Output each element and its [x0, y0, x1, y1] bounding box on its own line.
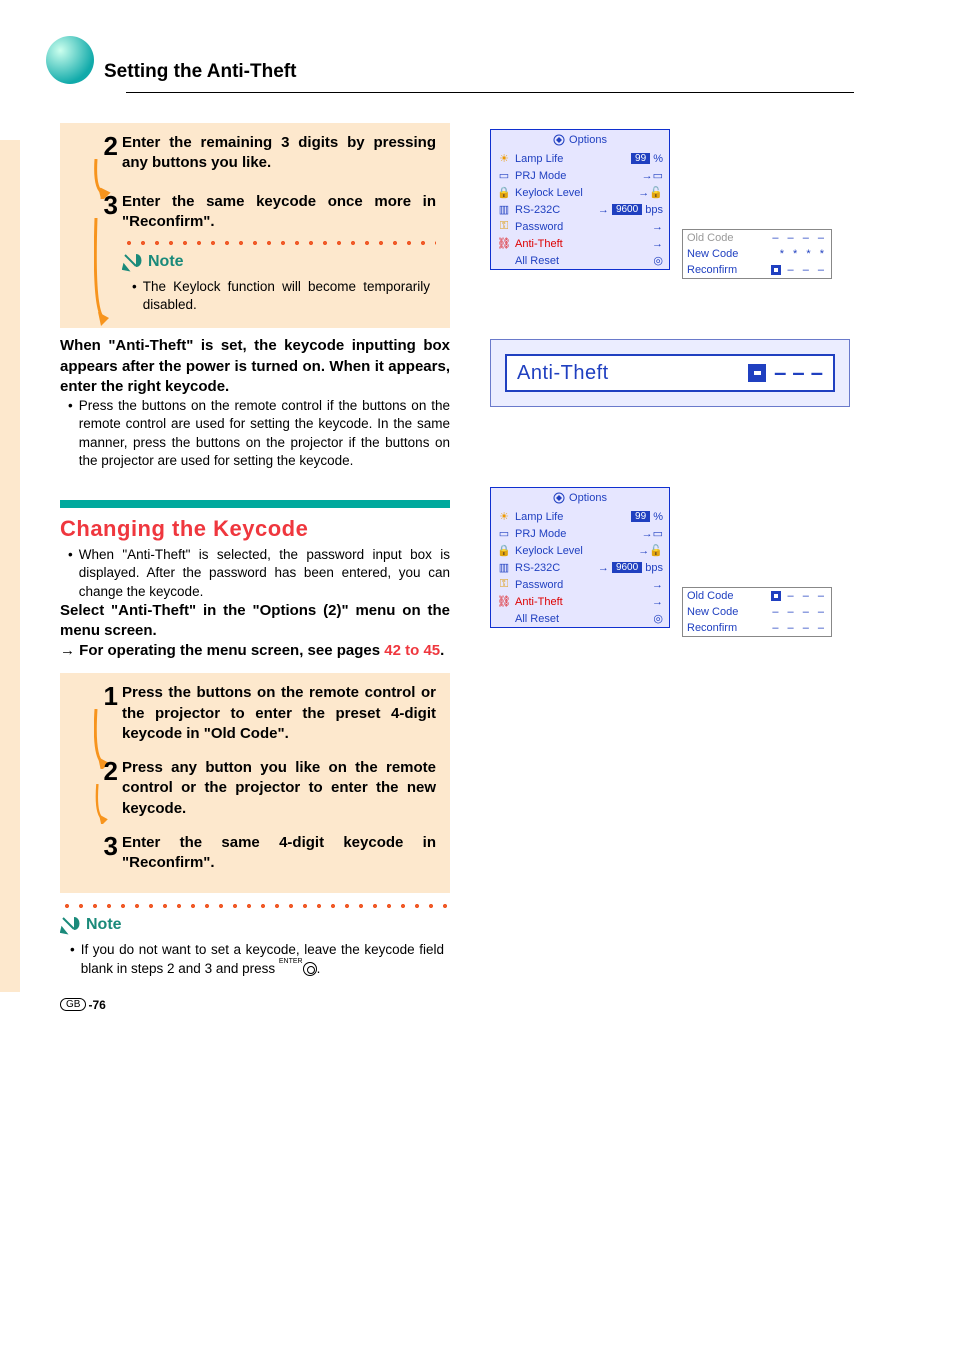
antitheft-icon: ⛓ [497, 237, 511, 250]
osd-row-lamp: ☀Lamp Life99 % [491, 508, 669, 525]
osd-row-reset: All Reset◎ [491, 610, 669, 627]
left-column: 2 Enter the remaining 3 digits by pressi… [60, 123, 450, 978]
key-icon: ⚿ [497, 220, 511, 233]
section-title: Changing the Keycode [60, 516, 450, 542]
osd-options-menu-2: Options ☀Lamp Life99 % ▭PRJ Mode→▭ 🔒Keyl… [490, 487, 670, 628]
operating-ref: → For operating the menu screen, see pag… [60, 641, 450, 661]
new-code-row: New Code– – – – [683, 604, 831, 620]
osd-row-keylock: 🔒Keylock Level→🔓 [491, 542, 669, 559]
antitheft-icon: ⛓ [497, 595, 511, 608]
anti-theft-label: Anti-Theft [517, 362, 748, 385]
port-icon: ▥ [497, 561, 511, 574]
step-arrow-icon [94, 784, 112, 829]
cursor-block-icon [748, 364, 766, 382]
header-rule [126, 92, 854, 93]
region-badge: GB [60, 998, 86, 1011]
osd-title: Options [491, 488, 669, 508]
top-step-block: 2 Enter the remaining 3 digits by pressi… [60, 123, 450, 328]
osd-row-password: ⚿Password→ [491, 218, 669, 235]
reconfirm-row: Reconfirm – – – [683, 262, 831, 278]
page-title: Setting the Anti-Theft [104, 61, 296, 83]
select-instruction: Select "Anti-Theft" in the "Options (2)"… [60, 601, 450, 642]
step-2b-text: Press any button you like on the remote … [122, 758, 436, 819]
step-arrow-icon [94, 218, 112, 333]
note-heading: Note [60, 915, 450, 935]
section-intro: When "Anti-Theft" is selected, the passw… [60, 546, 450, 601]
lock-icon: 🔒 [497, 186, 511, 199]
cursor-block-icon [771, 591, 781, 601]
code-entry-box-1: Old Code– – – – New Code* * * * Reconfir… [682, 229, 832, 279]
page-footer: GB -76 [60, 998, 894, 1012]
osd-row-keylock: 🔒Keylock Level→🔓 [491, 184, 669, 201]
lock-icon: 🔒 [497, 544, 511, 557]
note-heading: Note [122, 252, 436, 272]
old-code-row: Old Code – – – [683, 588, 831, 604]
osd-row-antitheft: ⛓Anti-Theft→ [491, 235, 669, 252]
dotted-divider [122, 238, 436, 248]
step-number-2b: 2 [90, 758, 122, 784]
lamp-icon: ☀ [497, 152, 511, 165]
code-entry-box-2: Old Code – – – New Code– – – – Reconfirm… [682, 587, 832, 637]
lamp-icon: ☀ [497, 510, 511, 523]
note-label: Note [86, 916, 122, 934]
section-divider-bar [60, 500, 450, 508]
page-link[interactable]: 42 to 45 [384, 642, 440, 659]
header-circle-icon [40, 30, 100, 90]
step-number-1: 1 [90, 683, 122, 709]
osd-options-menu: Options ☀Lamp Life99 % ▭PRJ Mode→▭ 🔒Keyl… [490, 129, 670, 270]
note-label: Note [148, 253, 184, 271]
osd-row-prj: ▭PRJ Mode→▭ [491, 167, 669, 184]
anti-theft-prompt: Anti-Theft – – – [490, 339, 850, 407]
step-3b-text: Enter the same 4-digit keycode in "Recon… [122, 833, 436, 874]
step-2-text: Enter the remaining 3 digits by pressing… [122, 133, 436, 174]
prj-icon: ▭ [497, 527, 511, 540]
note-body-2: If you do not want to set a keycode, lea… [70, 941, 444, 977]
step-3-text: Enter the same keycode once more in "Rec… [122, 192, 436, 233]
step-number-2: 2 [90, 133, 122, 159]
note-body: The Keylock function will become tempora… [132, 278, 430, 314]
old-code-row: Old Code– – – – [683, 230, 831, 246]
new-code-row: New Code* * * * [683, 246, 831, 262]
cursor-block-icon [771, 265, 781, 275]
mid-bold-paragraph: When "Anti-Theft" is set, the keycode in… [60, 336, 450, 397]
mid-bullet-paragraph: Press the buttons on the remote control … [60, 397, 450, 470]
osd-row-lamp: ☀Lamp Life99 % [491, 150, 669, 167]
osd-row-password: ⚿Password→ [491, 576, 669, 593]
osd-row-antitheft: ⛓Anti-Theft→ [491, 593, 669, 610]
port-icon: ▥ [497, 203, 511, 216]
right-column: Options ☀Lamp Life99 % ▭PRJ Mode→▭ 🔒Keyl… [490, 123, 850, 978]
step-1-text: Press the buttons on the remote control … [122, 683, 436, 744]
dotted-divider [60, 901, 450, 911]
osd-row-rs232c: ▥RS-232C → 9600 bps [491, 201, 669, 218]
reconfirm-row: Reconfirm– – – – [683, 620, 831, 636]
prj-icon: ▭ [497, 169, 511, 182]
osd-row-reset: All Reset◎ [491, 252, 669, 269]
enter-button-icon [303, 962, 317, 976]
osd-row-prj: ▭PRJ Mode→▭ [491, 525, 669, 542]
osd-title: Options [491, 130, 669, 150]
osd-row-rs232c: ▥RS-232C → 9600 bps [491, 559, 669, 576]
side-tab [0, 140, 20, 992]
anti-theft-code: – – – [748, 360, 823, 386]
step-number-3: 3 [90, 192, 122, 218]
key-icon: ⚿ [497, 578, 511, 591]
bottom-step-block: 1 Press the buttons on the remote contro… [60, 673, 450, 893]
page-number: -76 [88, 998, 105, 1012]
step-number-3b: 3 [90, 833, 122, 859]
